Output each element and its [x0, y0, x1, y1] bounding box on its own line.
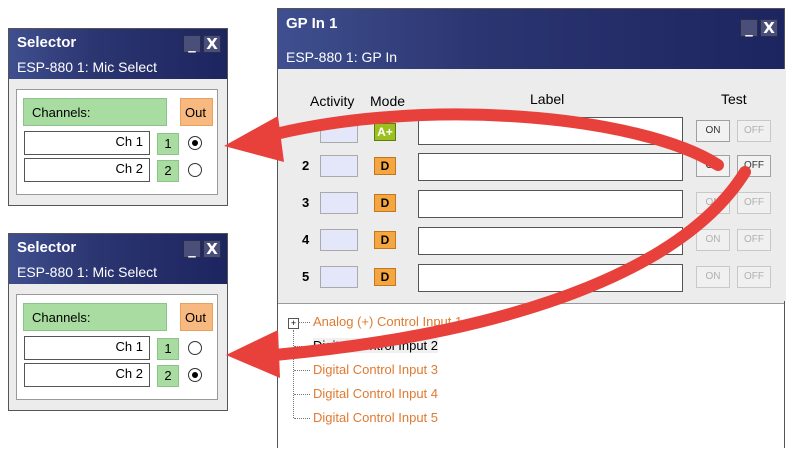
arrow-1-head: [224, 116, 284, 162]
arrow-1-shaft: [254, 108, 724, 171]
arrow-2-head: [226, 330, 280, 378]
annotation-arrows: [224, 108, 751, 378]
arrow-2-shaft: [269, 166, 751, 361]
